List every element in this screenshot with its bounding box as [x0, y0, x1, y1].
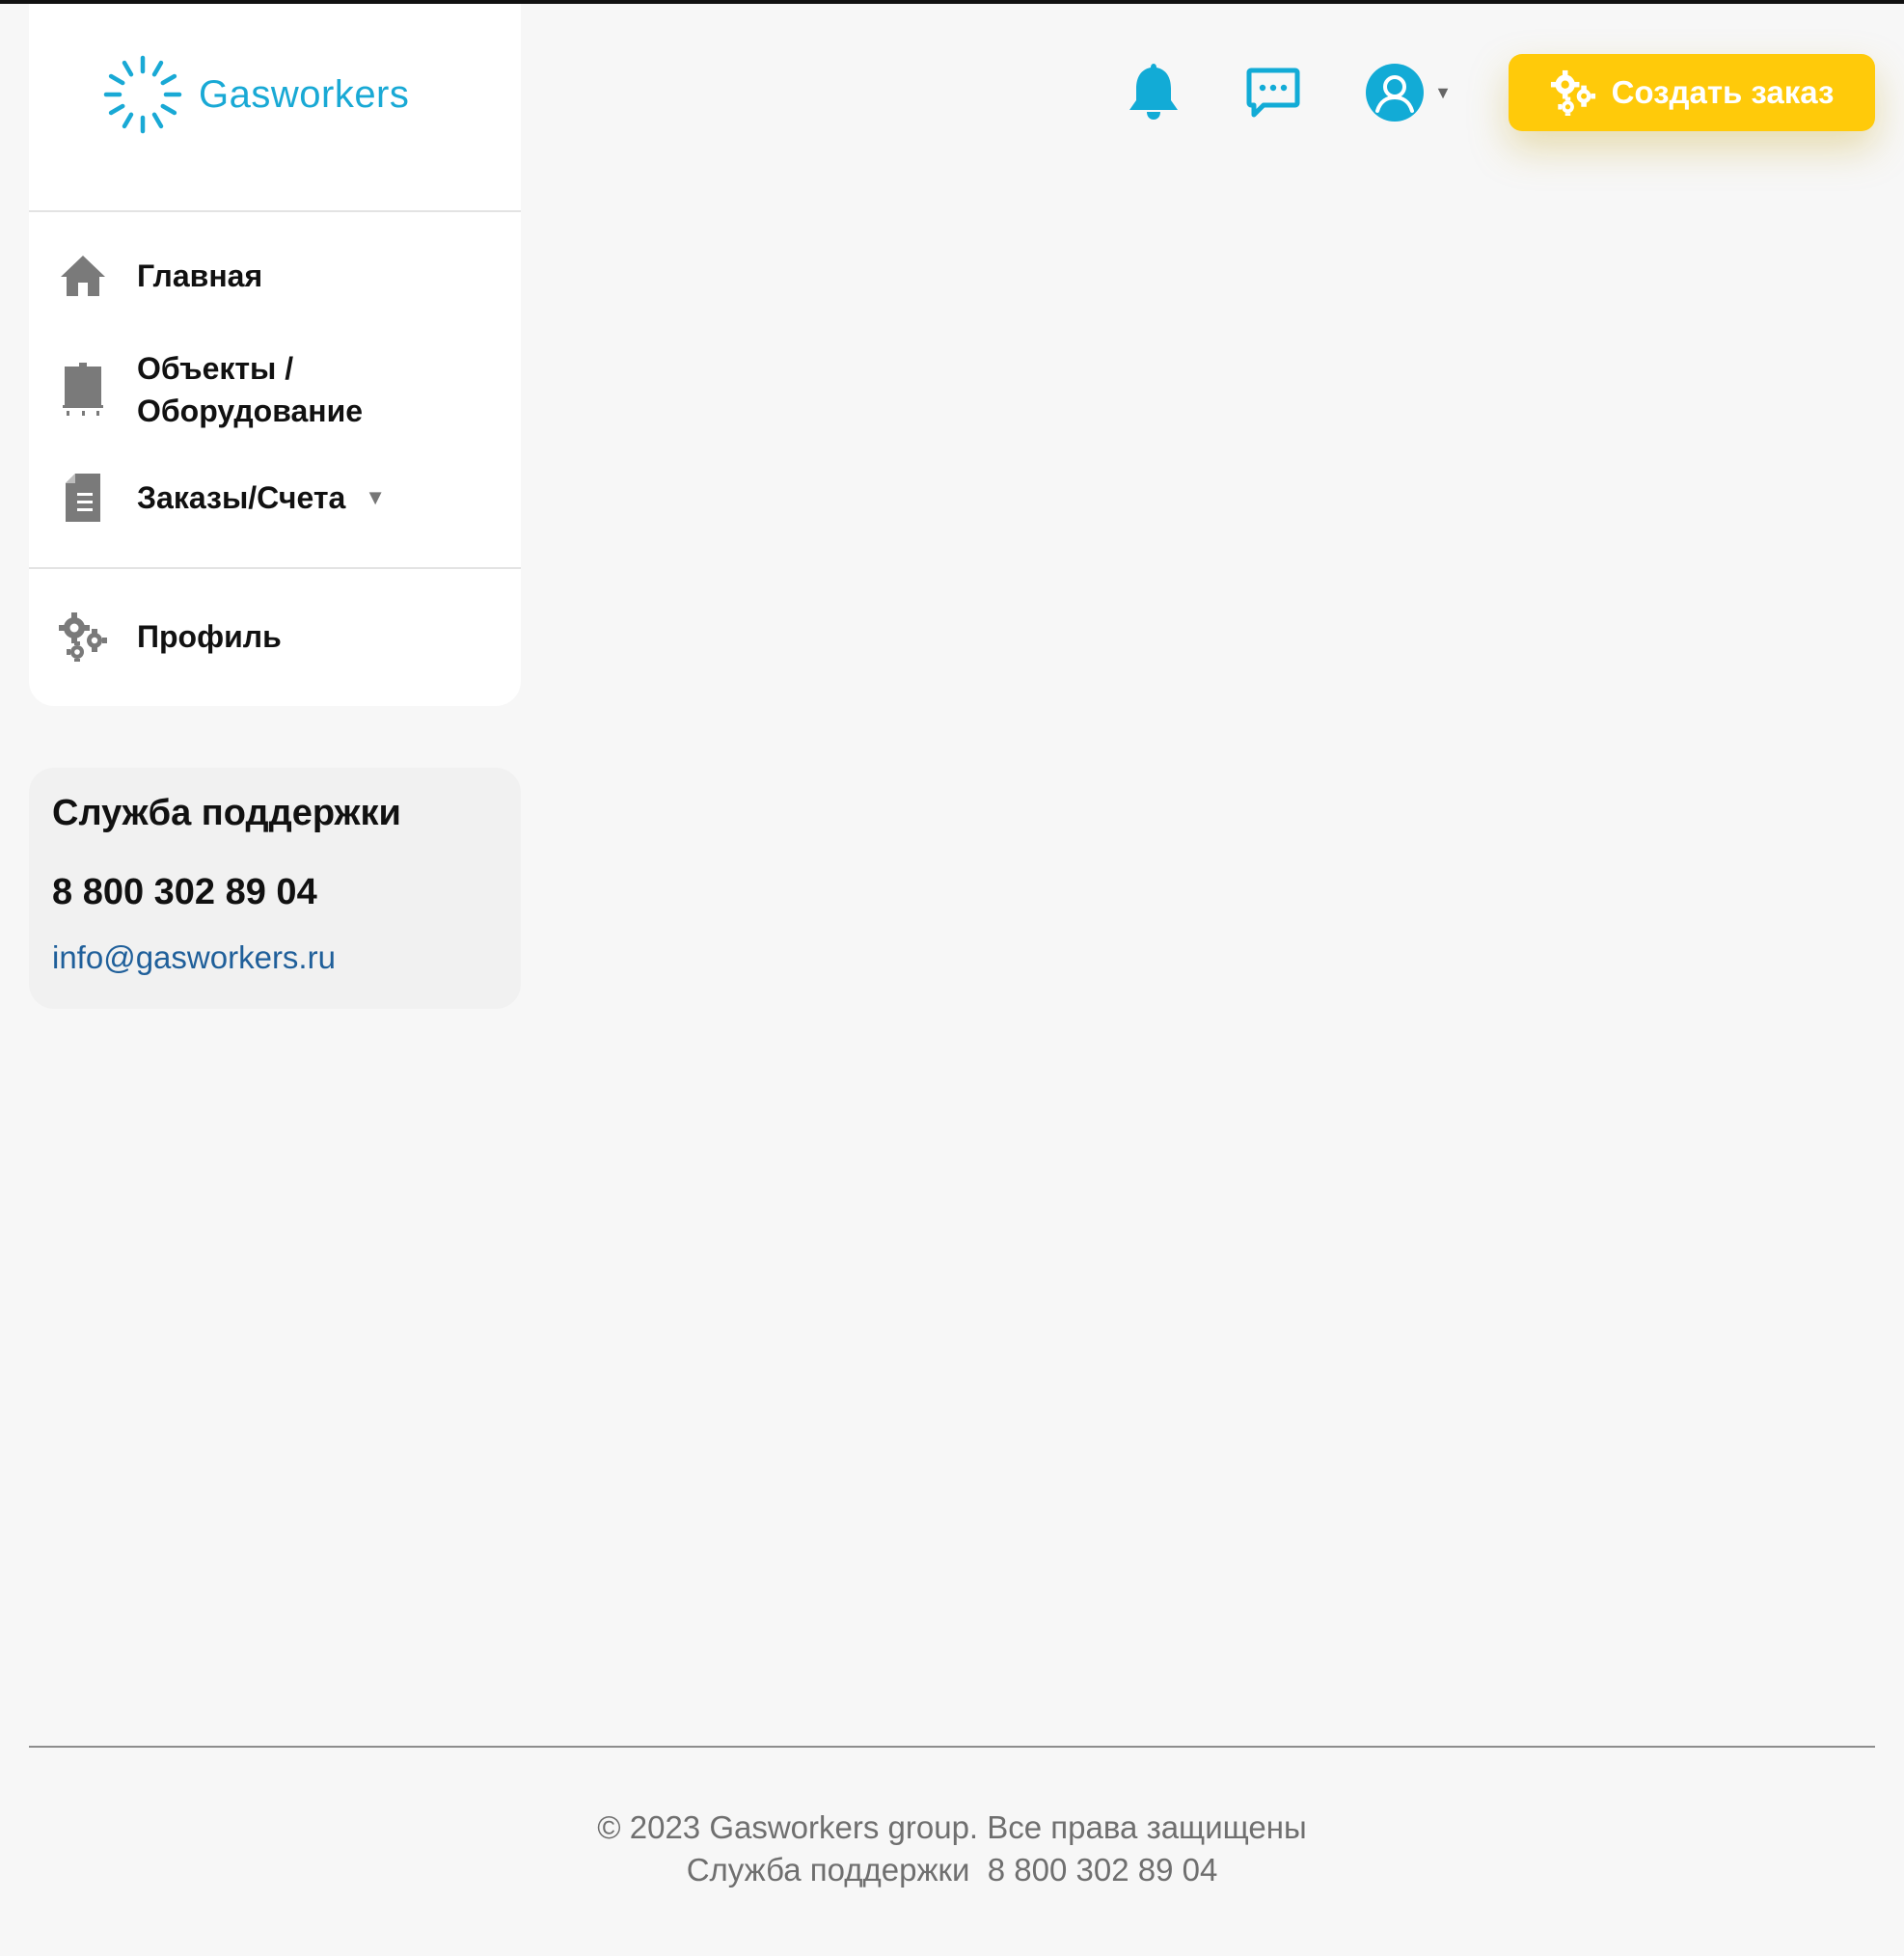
chat-icon [1246, 68, 1300, 118]
gears-icon [1550, 69, 1595, 116]
chevron-down-icon: ▼ [1434, 82, 1452, 102]
sidebar-item-orders[interactable]: Заказы/Счета ▼ [58, 473, 386, 523]
footer-copyright: © 2023 Gasworkers group. Все права защищ… [597, 1809, 1307, 1845]
home-icon [58, 251, 108, 301]
sidebar-item-profile[interactable]: Профиль [58, 611, 282, 662]
chevron-down-icon[interactable]: ▼ [365, 485, 386, 510]
support-phone[interactable]: 8 800 302 89 04 [52, 872, 317, 913]
equipment-icon [58, 363, 108, 416]
sidebar-item-equipment[interactable]: Объекты / Оборудование [58, 347, 388, 432]
bell-icon [1129, 64, 1178, 120]
notifications-button[interactable] [1125, 60, 1183, 123]
document-icon [58, 473, 108, 523]
sidebar-item-label: Главная [137, 258, 263, 293]
sidebar-divider [29, 210, 521, 212]
support-card: Служба поддержки 8 800 302 89 04 info@ga… [29, 768, 521, 1009]
logo[interactable]: Gasworkers [102, 54, 409, 135]
logo-text: Gasworkers [199, 72, 410, 116]
create-order-label: Создать заказ [1611, 74, 1835, 110]
sidebar-item-label: Профиль [137, 619, 282, 654]
messages-button[interactable] [1244, 66, 1302, 120]
user-avatar-icon [1366, 64, 1425, 122]
sidebar: Gasworkers Главная Объекты / Оборудовани… [29, 4, 521, 706]
support-title: Служба поддержки [52, 793, 401, 833]
sidebar-divider [29, 567, 521, 569]
support-email-link[interactable]: info@gasworkers.ru [52, 939, 336, 976]
footer-divider [29, 1746, 1875, 1748]
gears-icon [58, 611, 108, 662]
gasworkers-logo-icon [103, 55, 182, 134]
footer-support-line: Служба поддержки 8 800 302 89 04 [686, 1852, 1218, 1888]
sidebar-item-home[interactable]: Главная [58, 251, 262, 301]
sidebar-item-label: Заказы/Счета [137, 480, 346, 515]
sidebar-item-label: Объекты / Оборудование [137, 351, 364, 428]
create-order-button[interactable]: Создать заказ [1509, 54, 1875, 131]
user-menu-button[interactable]: ▼ [1360, 62, 1456, 123]
